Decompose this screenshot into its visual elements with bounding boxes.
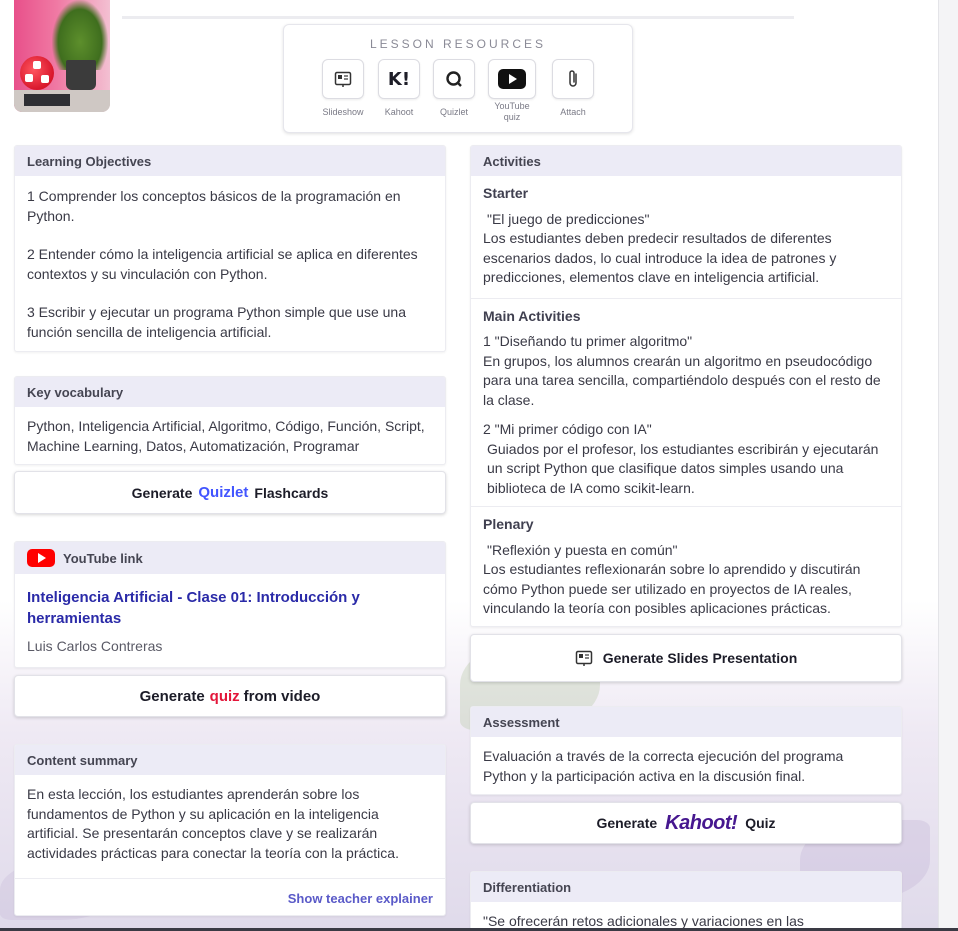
show-teacher-explainer-link[interactable]: Show teacher explainer xyxy=(288,891,433,906)
title-underline xyxy=(122,16,794,19)
key-vocabulary-title: Key vocabulary xyxy=(15,377,445,407)
differentiation-text: "Se ofrecerán retos adicionales y variac… xyxy=(483,913,804,929)
divider xyxy=(15,878,445,879)
key-vocabulary-card: Key vocabulary Python, Inteligencia Arti… xyxy=(14,376,446,465)
starter-section: Starter "El juego de predicciones" Los e… xyxy=(471,176,901,299)
activity-text: Guiados por el profesor, los estudiantes… xyxy=(487,440,879,496)
button-prefix: Generate xyxy=(596,815,658,831)
kahoot-logo: Kahoot! xyxy=(665,811,738,834)
slideshow-label: Slideshow xyxy=(322,107,364,117)
kahoot-resource-button[interactable]: K! Kahoot xyxy=(377,59,421,118)
youtube-quiz-label: YouTube quiz xyxy=(494,101,530,122)
content-summary-text: En esta lección, los estudiantes aprende… xyxy=(27,786,399,861)
slideshow-icon xyxy=(334,71,352,87)
youtube-link-card: YouTube link Inteligencia Artificial - C… xyxy=(14,541,446,668)
activity-name: 1 "Diseñando tu primer algoritmo" xyxy=(483,333,693,349)
main-activities-section: Main Activities 1 "Diseñando tu primer a… xyxy=(471,299,901,507)
main-activities-heading: Main Activities xyxy=(483,307,581,324)
youtube-link-title: YouTube link xyxy=(63,550,143,566)
attach-resource-button[interactable]: Attach xyxy=(551,59,595,118)
attach-label: Attach xyxy=(560,107,586,117)
learning-objectives-title: Learning Objectives xyxy=(15,146,445,176)
button-suffix: from video xyxy=(243,687,321,705)
youtube-quiz-resource-button[interactable]: YouTube quiz xyxy=(488,59,536,123)
plenary-heading: Plenary xyxy=(483,516,534,532)
button-prefix: Generate xyxy=(139,687,205,705)
button-label: Generate Slides Presentation xyxy=(602,650,798,666)
quiz-highlight: quiz xyxy=(209,687,240,705)
lesson-resources-panel: LESSON RESOURCES Slideshow K! Kahoot Qui… xyxy=(283,24,633,133)
kahoot-icon: K! xyxy=(387,68,411,90)
kahoot-label: Kahoot xyxy=(384,107,414,117)
activities-card: Activities Starter "El juego de predicci… xyxy=(470,145,902,627)
button-suffix: Flashcards xyxy=(254,484,329,501)
assessment-title: Assessment xyxy=(471,707,901,737)
button-prefix: Generate xyxy=(131,484,193,501)
youtube-icon xyxy=(498,69,526,89)
objective-item: 2 Entender cómo la inteligencia artifici… xyxy=(27,246,418,282)
starter-name: "El juego de predicciones" xyxy=(487,210,650,227)
quizlet-icon xyxy=(446,71,462,87)
assessment-card: Assessment Evaluación a través de la cor… xyxy=(470,706,902,795)
scrollbar[interactable] xyxy=(938,0,958,931)
starter-text: Los estudiantes deben predecir resultado… xyxy=(483,230,837,285)
paperclip-icon xyxy=(569,70,577,87)
lesson-cover-image xyxy=(14,0,110,112)
differentiation-card: Differentiation "Se ofrecerán retos adic… xyxy=(470,871,902,931)
quizlet-label: Quizlet xyxy=(439,107,468,117)
activity-text: En grupos, los alumnos crearán un algori… xyxy=(483,352,881,408)
video-author: Luis Carlos Contreras xyxy=(27,638,163,654)
activity-name: 2 "Mi primer código con IA" xyxy=(483,421,652,437)
generate-slides-presentation-button[interactable]: Generate Slides Presentation xyxy=(470,634,902,682)
generate-quiz-from-video-button[interactable]: Generate quiz from video xyxy=(14,675,446,717)
assessment-text: Evaluación a través de la correcta ejecu… xyxy=(483,748,844,784)
generate-quizlet-flashcards-button[interactable]: Generate Quizlet Flashcards xyxy=(14,471,446,514)
learning-objectives-card: Learning Objectives 1 Comprender los con… xyxy=(14,145,446,352)
slideshow-resource-button[interactable]: Slideshow xyxy=(321,59,365,118)
content-summary-card: Content summary En esta lección, los est… xyxy=(14,744,446,916)
video-title-link[interactable]: Inteligencia Artificial - Clase 01: Intr… xyxy=(27,587,433,629)
plenary-text: Los estudiantes reflexionarán sobre lo a… xyxy=(483,561,861,616)
starter-heading: Starter xyxy=(483,185,529,201)
quizlet-logo: Quizlet xyxy=(198,484,249,501)
slideshow-icon xyxy=(575,650,592,666)
differentiation-title: Differentiation xyxy=(471,872,901,902)
activities-title: Activities xyxy=(471,146,901,176)
youtube-icon xyxy=(27,549,55,567)
button-suffix: Quiz xyxy=(745,815,776,831)
plenary-section: Plenary "Reflexión y puesta en común" Lo… xyxy=(471,507,901,626)
quizlet-resource-button[interactable]: Quizlet xyxy=(432,59,476,118)
generate-kahoot-quiz-button[interactable]: Generate Kahoot! Quiz xyxy=(470,802,902,844)
key-vocabulary-text: Python, Inteligencia Artificial, Algorit… xyxy=(27,418,425,454)
objective-item: 3 Escribir y ejecutar un programa Python… xyxy=(27,304,406,340)
plenary-name: "Reflexión y puesta en común" xyxy=(487,541,678,558)
content-summary-title: Content summary xyxy=(15,745,445,775)
objective-item: 1 Comprender los conceptos básicos de la… xyxy=(27,188,401,224)
lesson-resources-title: LESSON RESOURCES xyxy=(369,37,547,51)
